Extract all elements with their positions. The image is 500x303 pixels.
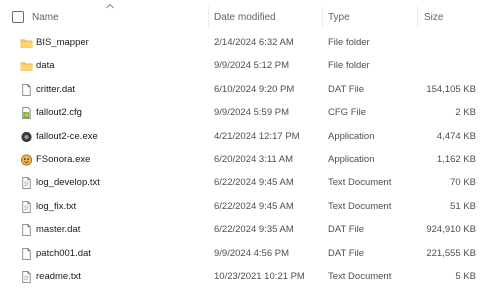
file-size: 4,474 KB <box>436 130 476 142</box>
file-size: 51 KB <box>450 200 476 212</box>
file-name[interactable]: data <box>36 60 55 71</box>
column-divider[interactable] <box>322 6 323 28</box>
text-document-icon <box>20 270 33 284</box>
file-date-modified: 4/21/2024 12:17 PM <box>214 130 300 142</box>
column-header-name[interactable]: Name <box>32 12 59 23</box>
file-row[interactable]: log_fix.txt 6/22/2024 9:45 AM Text Documen… <box>0 196 500 219</box>
file-row[interactable]: data 9/9/2024 5:12 PM File folder <box>0 55 500 78</box>
file-icon <box>20 247 33 261</box>
file-row[interactable]: fallout2-ce.exe 4/21/2024 12:17 PM Applica… <box>0 126 500 149</box>
file-type: CFG File <box>328 107 366 119</box>
folder-icon <box>20 59 33 73</box>
file-type: File folder <box>328 60 370 72</box>
column-divider[interactable] <box>208 6 209 28</box>
select-all-checkbox[interactable] <box>12 11 24 23</box>
file-name[interactable]: fallout2.cfg <box>36 107 82 118</box>
file-row[interactable]: patch001.dat 9/9/2024 4:56 PM DAT File 221,… <box>0 243 500 266</box>
sort-ascending-icon <box>106 3 114 9</box>
column-divider[interactable] <box>417 6 418 28</box>
config-file-icon <box>20 106 33 120</box>
file-size: 154,105 KB <box>426 83 476 95</box>
file-name[interactable]: patch001.dat <box>36 248 91 259</box>
file-row[interactable]: critter.dat 6/10/2024 9:20 PM DAT File 154,… <box>0 79 500 102</box>
file-name[interactable]: log_fix.txt <box>36 201 76 212</box>
file-date-modified: 9/9/2024 5:12 PM <box>214 60 289 72</box>
file-type: DAT File <box>328 83 365 95</box>
column-header-date-modified[interactable]: Date modified <box>214 12 276 23</box>
text-document-icon <box>20 200 33 214</box>
file-row[interactable]: master.dat 6/22/2024 9:35 AM DAT File 924,9… <box>0 219 500 242</box>
file-date-modified: 6/20/2024 3:11 AM <box>214 154 294 165</box>
file-date-modified: 6/10/2024 9:20 PM <box>214 83 295 95</box>
application-icon <box>20 130 33 144</box>
file-type: Application <box>328 154 375 165</box>
column-header-size[interactable]: Size <box>424 12 443 23</box>
file-name[interactable]: log_develop.txt <box>36 177 100 188</box>
file-date-modified: 10/23/2021 10:21 PM <box>214 271 305 282</box>
file-name[interactable]: FSonora.exe <box>36 154 90 165</box>
application-face-icon <box>20 153 33 167</box>
file-type: Application <box>328 130 375 142</box>
file-name[interactable]: master.dat <box>36 224 80 235</box>
file-size: 2 KB <box>455 107 476 119</box>
file-date-modified: 6/22/2024 9:45 AM <box>214 200 294 212</box>
file-name[interactable]: readme.txt <box>36 271 81 282</box>
file-type: DAT File <box>328 247 365 259</box>
file-date-modified: 9/9/2024 5:59 PM <box>214 107 289 119</box>
file-type: Text Document <box>328 177 392 189</box>
file-icon <box>20 83 33 97</box>
file-row[interactable]: log_develop.txt 6/22/2024 9:45 AM Text Doc… <box>0 172 500 195</box>
file-type: DAT File <box>328 224 365 236</box>
file-size: 5 KB <box>455 271 476 282</box>
column-header-type[interactable]: Type <box>328 12 350 23</box>
file-date-modified: 6/22/2024 9:35 AM <box>214 224 294 236</box>
file-name[interactable]: BIS_mapper <box>36 37 89 48</box>
column-header-bar: Name Date modified Type Size <box>0 0 500 34</box>
file-size: 221,555 KB <box>426 247 476 259</box>
file-size: 924,910 KB <box>426 224 476 236</box>
file-row[interactable]: FSonora.exe 6/20/2024 3:11 AM Application 1… <box>0 149 500 172</box>
file-row[interactable]: BIS_mapper 2/14/2024 6:32 AM File folder <box>0 32 500 55</box>
file-row[interactable]: readme.txt 10/23/2021 10:21 PM Text Docume… <box>0 266 500 289</box>
file-type: Text Document <box>328 271 392 282</box>
file-icon <box>20 223 33 237</box>
file-date-modified: 9/9/2024 4:56 PM <box>214 247 289 259</box>
text-document-icon <box>20 176 33 190</box>
file-row[interactable]: fallout2.cfg 9/9/2024 5:59 PM CFG File 2 KB <box>0 102 500 125</box>
file-name[interactable]: critter.dat <box>36 84 75 95</box>
folder-icon <box>20 36 33 50</box>
file-date-modified: 6/22/2024 9:45 AM <box>214 177 294 189</box>
file-type: Text Document <box>328 200 392 212</box>
file-name[interactable]: fallout2-ce.exe <box>36 131 98 142</box>
file-size: 70 KB <box>450 177 476 189</box>
file-type: File folder <box>328 37 370 48</box>
file-date-modified: 2/14/2024 6:32 AM <box>214 37 294 48</box>
file-size: 1,162 KB <box>436 154 476 165</box>
